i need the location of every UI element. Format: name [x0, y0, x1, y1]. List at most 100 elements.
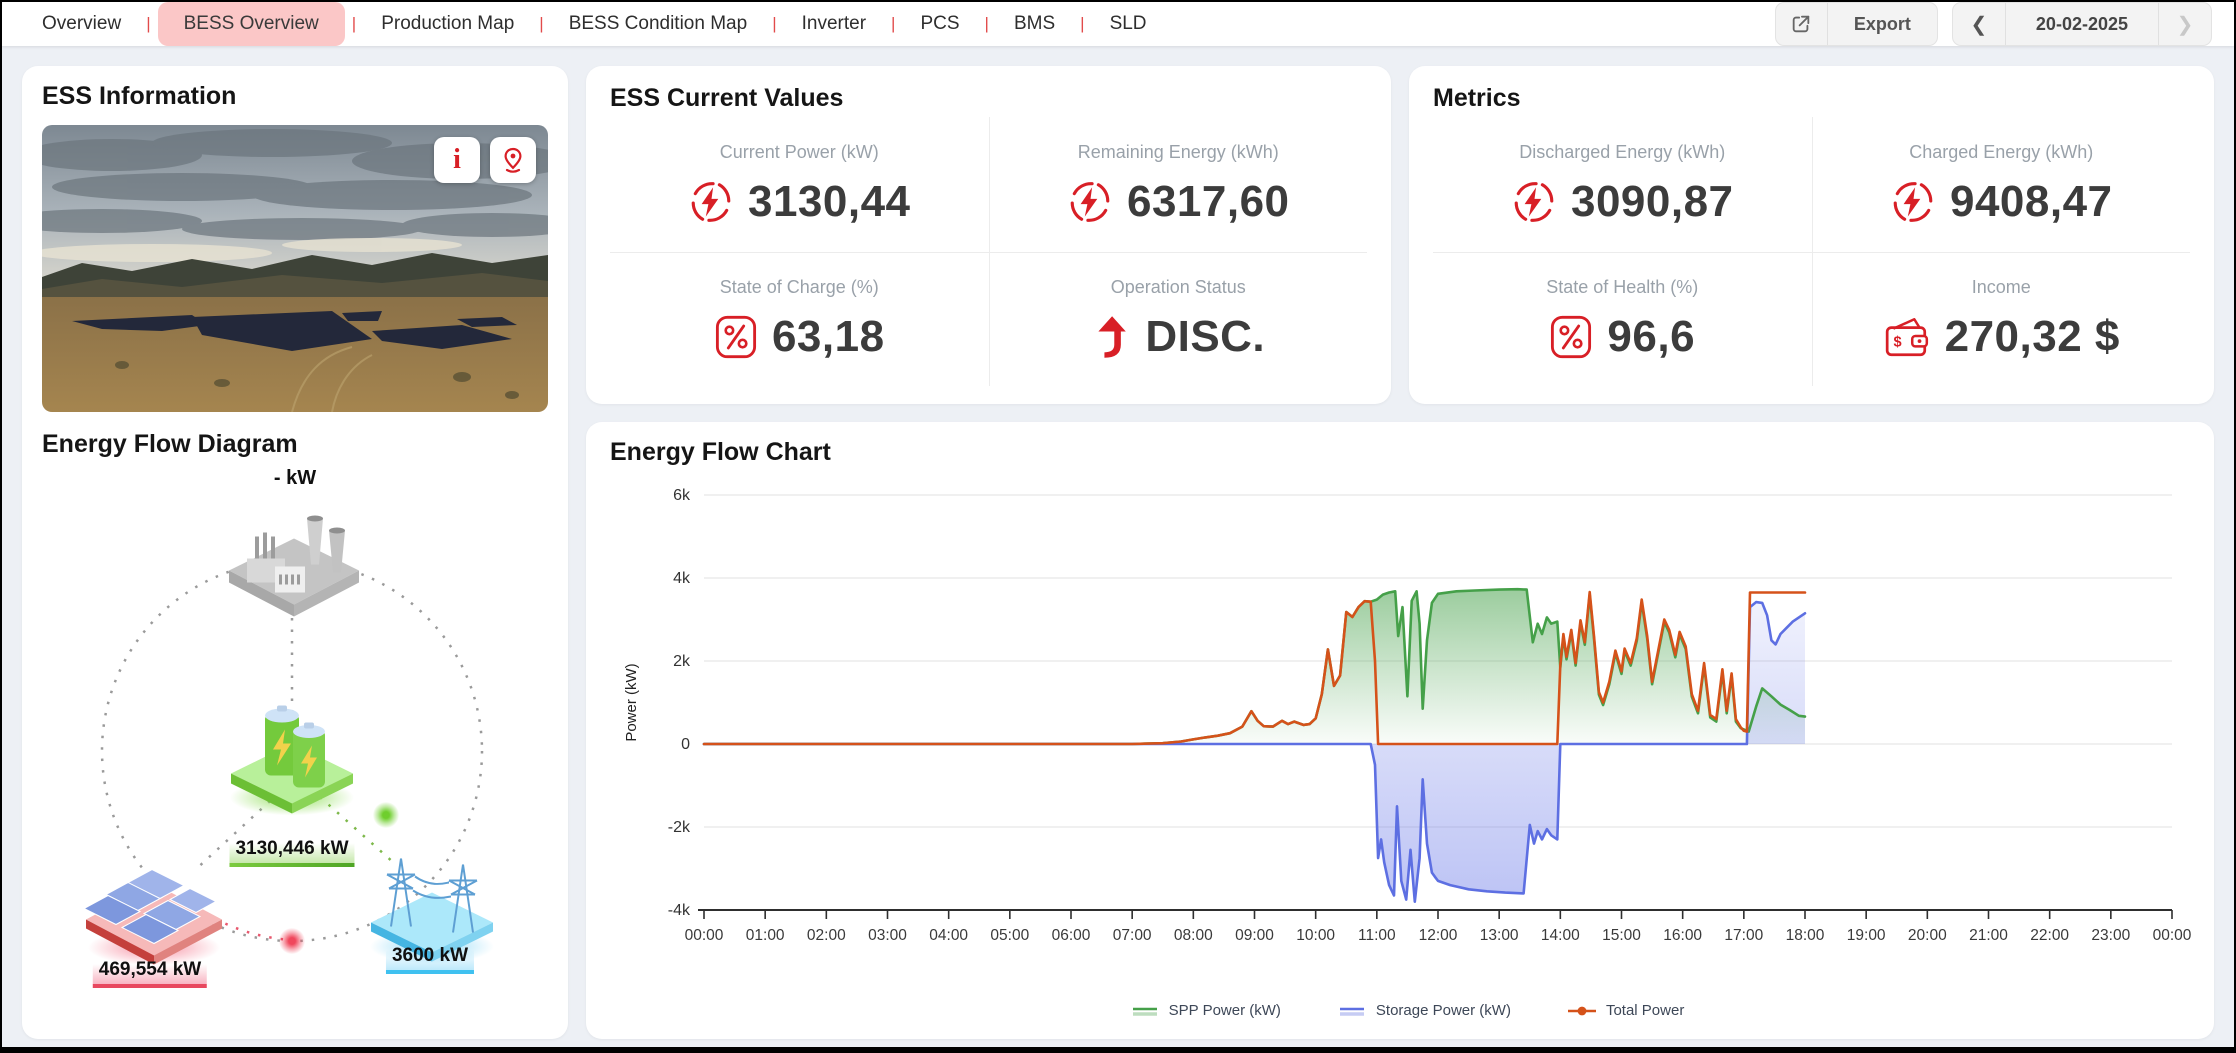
svg-text:01:00: 01:00: [746, 927, 785, 944]
right-column: ESS Current Values Current Power (kW) 31…: [586, 66, 2214, 1039]
stat-state-of-health-: State of Health (%) 96,6: [1433, 251, 1812, 387]
svg-text:03:00: 03:00: [868, 927, 907, 944]
svg-text:05:00: 05:00: [990, 927, 1029, 944]
nav-tab-inverter[interactable]: Inverter: [784, 3, 884, 45]
percent-icon: [715, 315, 756, 358]
grid-power-label: - kW: [273, 467, 317, 489]
prev-day-button[interactable]: ❮: [1953, 3, 2005, 45]
spp-power-label: 469,554 kW: [92, 959, 208, 988]
location-pin-icon: [504, 147, 522, 173]
navbar-right-controls: Export ❮ 20-02-2025 ❯: [1774, 2, 2212, 46]
svg-text:0: 0: [681, 736, 690, 753]
stat-label: State of Health (%): [1546, 276, 1699, 297]
stat-label: Operation Status: [1110, 276, 1246, 297]
svg-text:11:00: 11:00: [1358, 927, 1396, 944]
stat-discharged-energy-kwh-: Discharged Energy (kWh) 3090,87: [1433, 117, 1812, 252]
svg-text:22:00: 22:00: [2030, 927, 2069, 944]
ess-current-values-grid: Current Power (kW) 3130,44 Remaining Ene…: [610, 117, 1367, 386]
power-plant-node: [219, 501, 369, 626]
stat-value: 9408,47: [1949, 176, 2113, 226]
nav-tab-bess-overview[interactable]: BESS Overview: [157, 2, 345, 46]
location-button[interactable]: [490, 137, 536, 183]
stat-value: 3130,44: [747, 176, 911, 226]
svg-text:21:00: 21:00: [1969, 927, 2008, 944]
battery-power-label: 3130,446 kW: [229, 838, 355, 867]
stat-value: 3090,87: [1570, 176, 1734, 226]
stat-value: 270,32 $: [1944, 311, 2120, 361]
nav-separator: |: [539, 14, 544, 33]
svg-text:16:00: 16:00: [1663, 927, 1702, 944]
stat-remaining-energy-kwh-: Remaining Energy (kWh) 6317,60: [988, 117, 1368, 252]
svg-text:17:00: 17:00: [1724, 927, 1763, 944]
svg-text:10:00: 10:00: [1296, 927, 1335, 944]
svg-text:00:00: 00:00: [2153, 927, 2192, 944]
main-content: ESS Information i Energy Flow Diagram - …: [2, 46, 2234, 1053]
energy-flow-chart-card: Energy Flow Chart 6k 4k 2k 0 -2k -4k Pow…: [586, 422, 2214, 1039]
nav-separator: |: [984, 14, 989, 33]
nav-separator: |: [146, 14, 151, 33]
stat-label: Remaining Energy (kWh): [1077, 141, 1279, 162]
legend-item-total-power[interactable]: Total Power: [1567, 1002, 1684, 1019]
date-value[interactable]: 20-02-2025: [2004, 3, 2159, 45]
stat-value: 6317,60: [1126, 176, 1290, 226]
bolt-circle-icon: [1070, 181, 1110, 222]
wallet-icon: $: [1885, 317, 1928, 356]
info-button[interactable]: i: [434, 137, 480, 183]
svg-text:-2k: -2k: [668, 819, 691, 836]
metrics-title: Metrics: [1433, 84, 1521, 112]
stat-charged-energy-kwh-: Charged Energy (kWh) 9408,47: [1811, 117, 2191, 252]
svg-text:06:00: 06:00: [1052, 927, 1091, 944]
nav-tab-sld[interactable]: SLD: [1092, 3, 1165, 45]
svg-text:19:00: 19:00: [1847, 927, 1886, 944]
energy-flow-diagram-title: Energy Flow Diagram: [42, 430, 298, 458]
svg-text:04:00: 04:00: [929, 927, 968, 944]
legend-item-storage-power-kw-[interactable]: Storage Power (kW): [1337, 1002, 1511, 1019]
svg-text:09:00: 09:00: [1235, 927, 1274, 944]
stat-label: State of Charge (%): [719, 276, 879, 297]
stat-income: Income $ 270,32 $: [1811, 251, 2190, 386]
battery-node: [217, 692, 367, 827]
ess-current-values-card: ESS Current Values Current Power (kW) 31…: [586, 66, 1391, 404]
stat-label: Income: [1971, 276, 2031, 297]
nav-tab-overview[interactable]: Overview: [24, 3, 139, 45]
legend-item-spp-power-kw-[interactable]: SPP Power (kW): [1130, 1002, 1281, 1019]
legend-marker-line-dot: [1567, 1006, 1596, 1015]
svg-text:02:00: 02:00: [807, 927, 846, 944]
stat-current-power-kw-: Current Power (kW) 3130,44: [610, 117, 989, 252]
discharge-arrow-icon: [1098, 315, 1127, 358]
energy-flow-chart-title: Energy Flow Chart: [610, 438, 831, 466]
nav-tab-production-map[interactable]: Production Map: [363, 3, 532, 45]
stat-state-of-charge-: State of Charge (%) 63,18: [610, 251, 989, 387]
stat-label: Discharged Energy (kWh): [1519, 141, 1726, 162]
stat-value: DISC.: [1145, 311, 1266, 361]
chart-legend: SPP Power (kW) Storage Power (kW) Total …: [610, 996, 2204, 1029]
ess-information-card: ESS Information i Energy Flow Diagram - …: [22, 66, 568, 1039]
app-window: Overview | BESS Overview | Production Map | BE…: [0, 0, 2236, 1053]
nav-separator: |: [891, 14, 896, 33]
percent-icon: [1551, 315, 1592, 358]
next-day-button[interactable]: ❯: [2159, 3, 2211, 45]
nav-tab-bms[interactable]: BMS: [996, 3, 1073, 45]
svg-text:$: $: [1893, 334, 1901, 350]
grid-export-label: 3600 kW: [385, 945, 475, 974]
stat-value: 63,18: [771, 311, 885, 361]
nav-separator: |: [772, 14, 777, 33]
svg-text:13:00: 13:00: [1480, 927, 1519, 944]
svg-text:18:00: 18:00: [1786, 927, 1825, 944]
ess-current-values-title: ESS Current Values: [610, 84, 844, 112]
energy-flow-chart: 6k 4k 2k 0 -2k -4k Power (kW) 00:00 01:00 02:00 03…: [610, 467, 2204, 996]
top-navbar: Overview | BESS Overview | Production Map | BE…: [2, 2, 2234, 46]
svg-text:07:00: 07:00: [1113, 927, 1152, 944]
photo-buttons: i: [434, 137, 536, 183]
energy-flow-diagram: - kW 3130,446 kW 469,554 kW 3600 kW: [42, 463, 548, 1023]
nav-tab-pcs[interactable]: PCS: [902, 3, 977, 45]
legend-label: Storage Power (kW): [1375, 1002, 1511, 1019]
svg-text:6k: 6k: [673, 487, 691, 504]
svg-text:23:00: 23:00: [2091, 927, 2130, 944]
ess-information-title: ESS Information: [42, 82, 237, 110]
nav-tabs: Overview | BESS Overview | Production Map | BE…: [24, 2, 1165, 46]
bolt-circle-icon: [691, 181, 731, 222]
export-button[interactable]: Export: [1774, 2, 1938, 46]
nav-tab-bess-condition-map[interactable]: BESS Condition Map: [551, 3, 766, 45]
metrics-grid: Discharged Energy (kWh) 3090,87 Charged …: [1433, 117, 2190, 386]
